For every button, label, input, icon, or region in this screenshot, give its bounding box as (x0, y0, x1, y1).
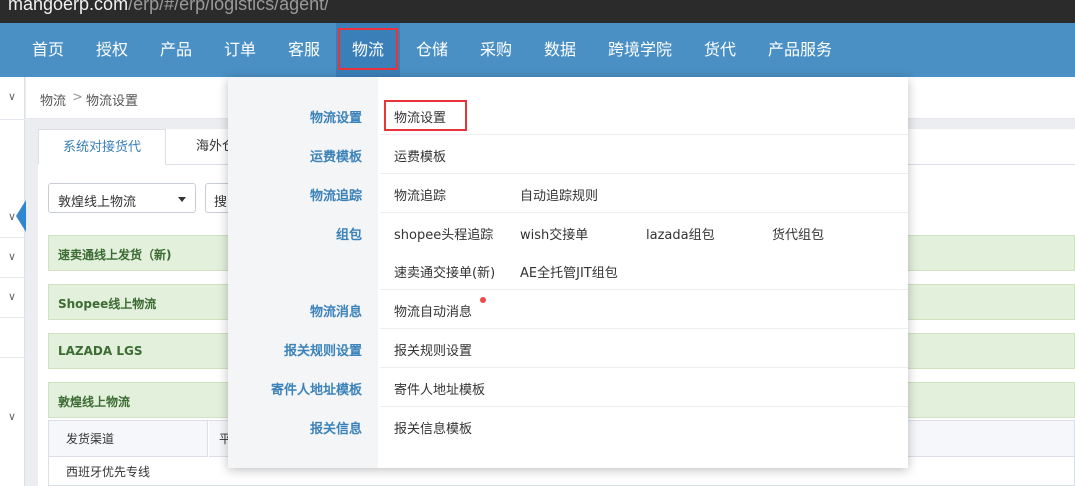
menu-link-ae-jit-package[interactable]: AE全托管JIT组包 (520, 262, 618, 281)
chevron-down-icon[interactable]: ∨ (6, 291, 18, 303)
highlight-box (384, 100, 467, 131)
nav-item-freight[interactable]: 货代 (692, 23, 748, 77)
platform-select[interactable]: 敦煌线上物流 (48, 183, 196, 213)
nav-item-product-services[interactable]: 产品服务 (758, 23, 842, 77)
menu-category-messages: 物流消息 (309, 305, 362, 320)
search-select-value: 搜 (214, 195, 228, 210)
caret-down-icon (178, 197, 186, 202)
menu-category-packaging: 组包 (335, 228, 362, 243)
menu-category-freight-template: 运费模板 (309, 150, 362, 165)
tab-system-forwarder[interactable]: 系统对接货代 (38, 129, 167, 165)
group-title: 速卖通线上发货（新) (58, 248, 172, 262)
menu-category-column (228, 77, 378, 468)
menu-category-tracking: 物流追踪 (309, 189, 362, 204)
menu-divider (380, 406, 908, 407)
nav-item-logistics[interactable]: 物流 (336, 23, 400, 77)
logistics-dropdown-menu: 物流设置 运费模板 物流追踪 组包 物流消息 报关规则设置 寄件人地址模板 报关… (228, 77, 908, 468)
nav-item-auth[interactable]: 授权 (82, 23, 142, 77)
collapsed-sidebar: ∨ ∨ ∨ ∨ ∨ (0, 77, 26, 486)
group-title: LAZADA LGS (58, 344, 143, 358)
menu-divider (380, 367, 908, 368)
top-nav: 首页 授权 产品 订单 客服 物流 仓储 采购 数据 跨境学院 货代 产品服务 (0, 23, 1075, 77)
nav-item-data[interactable]: 数据 (530, 23, 590, 77)
menu-category-customs-rules: 报关规则设置 (283, 344, 362, 359)
chevron-down-icon[interactable]: ∨ (6, 91, 18, 103)
group-title: 敦煌线上物流 (58, 395, 131, 409)
nav-item-products[interactable]: 产品 (146, 23, 206, 77)
menu-link-customs-rules[interactable]: 报关规则设置 (394, 340, 472, 359)
menu-link-auto-tracking-rules[interactable]: 自动追踪规则 (520, 185, 598, 204)
nav-item-academy[interactable]: 跨境学院 (598, 23, 682, 77)
divider (0, 237, 25, 238)
menu-link-sender-address[interactable]: 寄件人地址模板 (394, 379, 485, 398)
divider (0, 317, 25, 318)
menu-link-tracking[interactable]: 物流追踪 (394, 185, 446, 204)
chevron-down-icon[interactable]: ∨ (6, 211, 18, 223)
menu-divider (380, 212, 908, 213)
nav-item-warehouse[interactable]: 仓储 (402, 23, 462, 77)
chevron-down-icon[interactable]: ∨ (6, 251, 18, 263)
menu-link-freight-template[interactable]: 运费模板 (394, 146, 446, 165)
nav-item-purchase[interactable]: 采购 (466, 23, 526, 77)
platform-select-value: 敦煌线上物流 (58, 195, 137, 210)
menu-link-aliexpress-handover[interactable]: 速卖通交接单(新) (394, 262, 495, 281)
nav-item-home[interactable]: 首页 (18, 23, 78, 77)
breadcrumb-item: 物流设置 (86, 94, 139, 109)
menu-link-shopee-tracking[interactable]: shopee头程追踪 (394, 224, 493, 243)
menu-link-lazada-package[interactable]: lazada组包 (646, 224, 715, 243)
nav-item-orders[interactable]: 订单 (210, 23, 270, 77)
new-badge-dot (480, 297, 486, 303)
menu-category-logistics-settings: 物流设置 (309, 111, 362, 126)
menu-link-auto-messages[interactable]: 物流自动消息 (394, 301, 472, 320)
menu-link-customs-info[interactable]: 报关信息模板 (394, 418, 472, 437)
breadcrumb-separator: > (72, 90, 83, 105)
menu-divider (380, 289, 908, 290)
chevron-down-icon[interactable]: ∨ (6, 411, 18, 423)
divider (0, 357, 25, 358)
menu-category-customs-info: 报关信息 (309, 422, 362, 437)
highlight-box (338, 28, 398, 70)
group-title: Shopee线上物流 (58, 297, 157, 311)
divider (0, 119, 25, 120)
divider (0, 277, 25, 278)
menu-divider (380, 134, 908, 135)
table-cell: 西班牙优先专线 (66, 465, 151, 479)
menu-divider (380, 328, 908, 329)
table-header-channel: 发货渠道 (49, 421, 208, 457)
menu-category-sender-address: 寄件人地址模板 (270, 383, 362, 398)
breadcrumb-item[interactable]: 物流 (40, 90, 66, 109)
menu-link-forwarder-package[interactable]: 货代组包 (772, 224, 824, 243)
menu-link-wish-handover[interactable]: wish交接单 (520, 224, 588, 243)
browser-url-bar[interactable]: mangoerp.com/erp/#/erp/logistics/agent/ (0, 0, 1075, 23)
menu-divider (380, 173, 908, 174)
nav-item-service[interactable]: 客服 (274, 23, 334, 77)
url-text[interactable]: mangoerp.com/erp/#/erp/logistics/agent/ (8, 0, 329, 15)
